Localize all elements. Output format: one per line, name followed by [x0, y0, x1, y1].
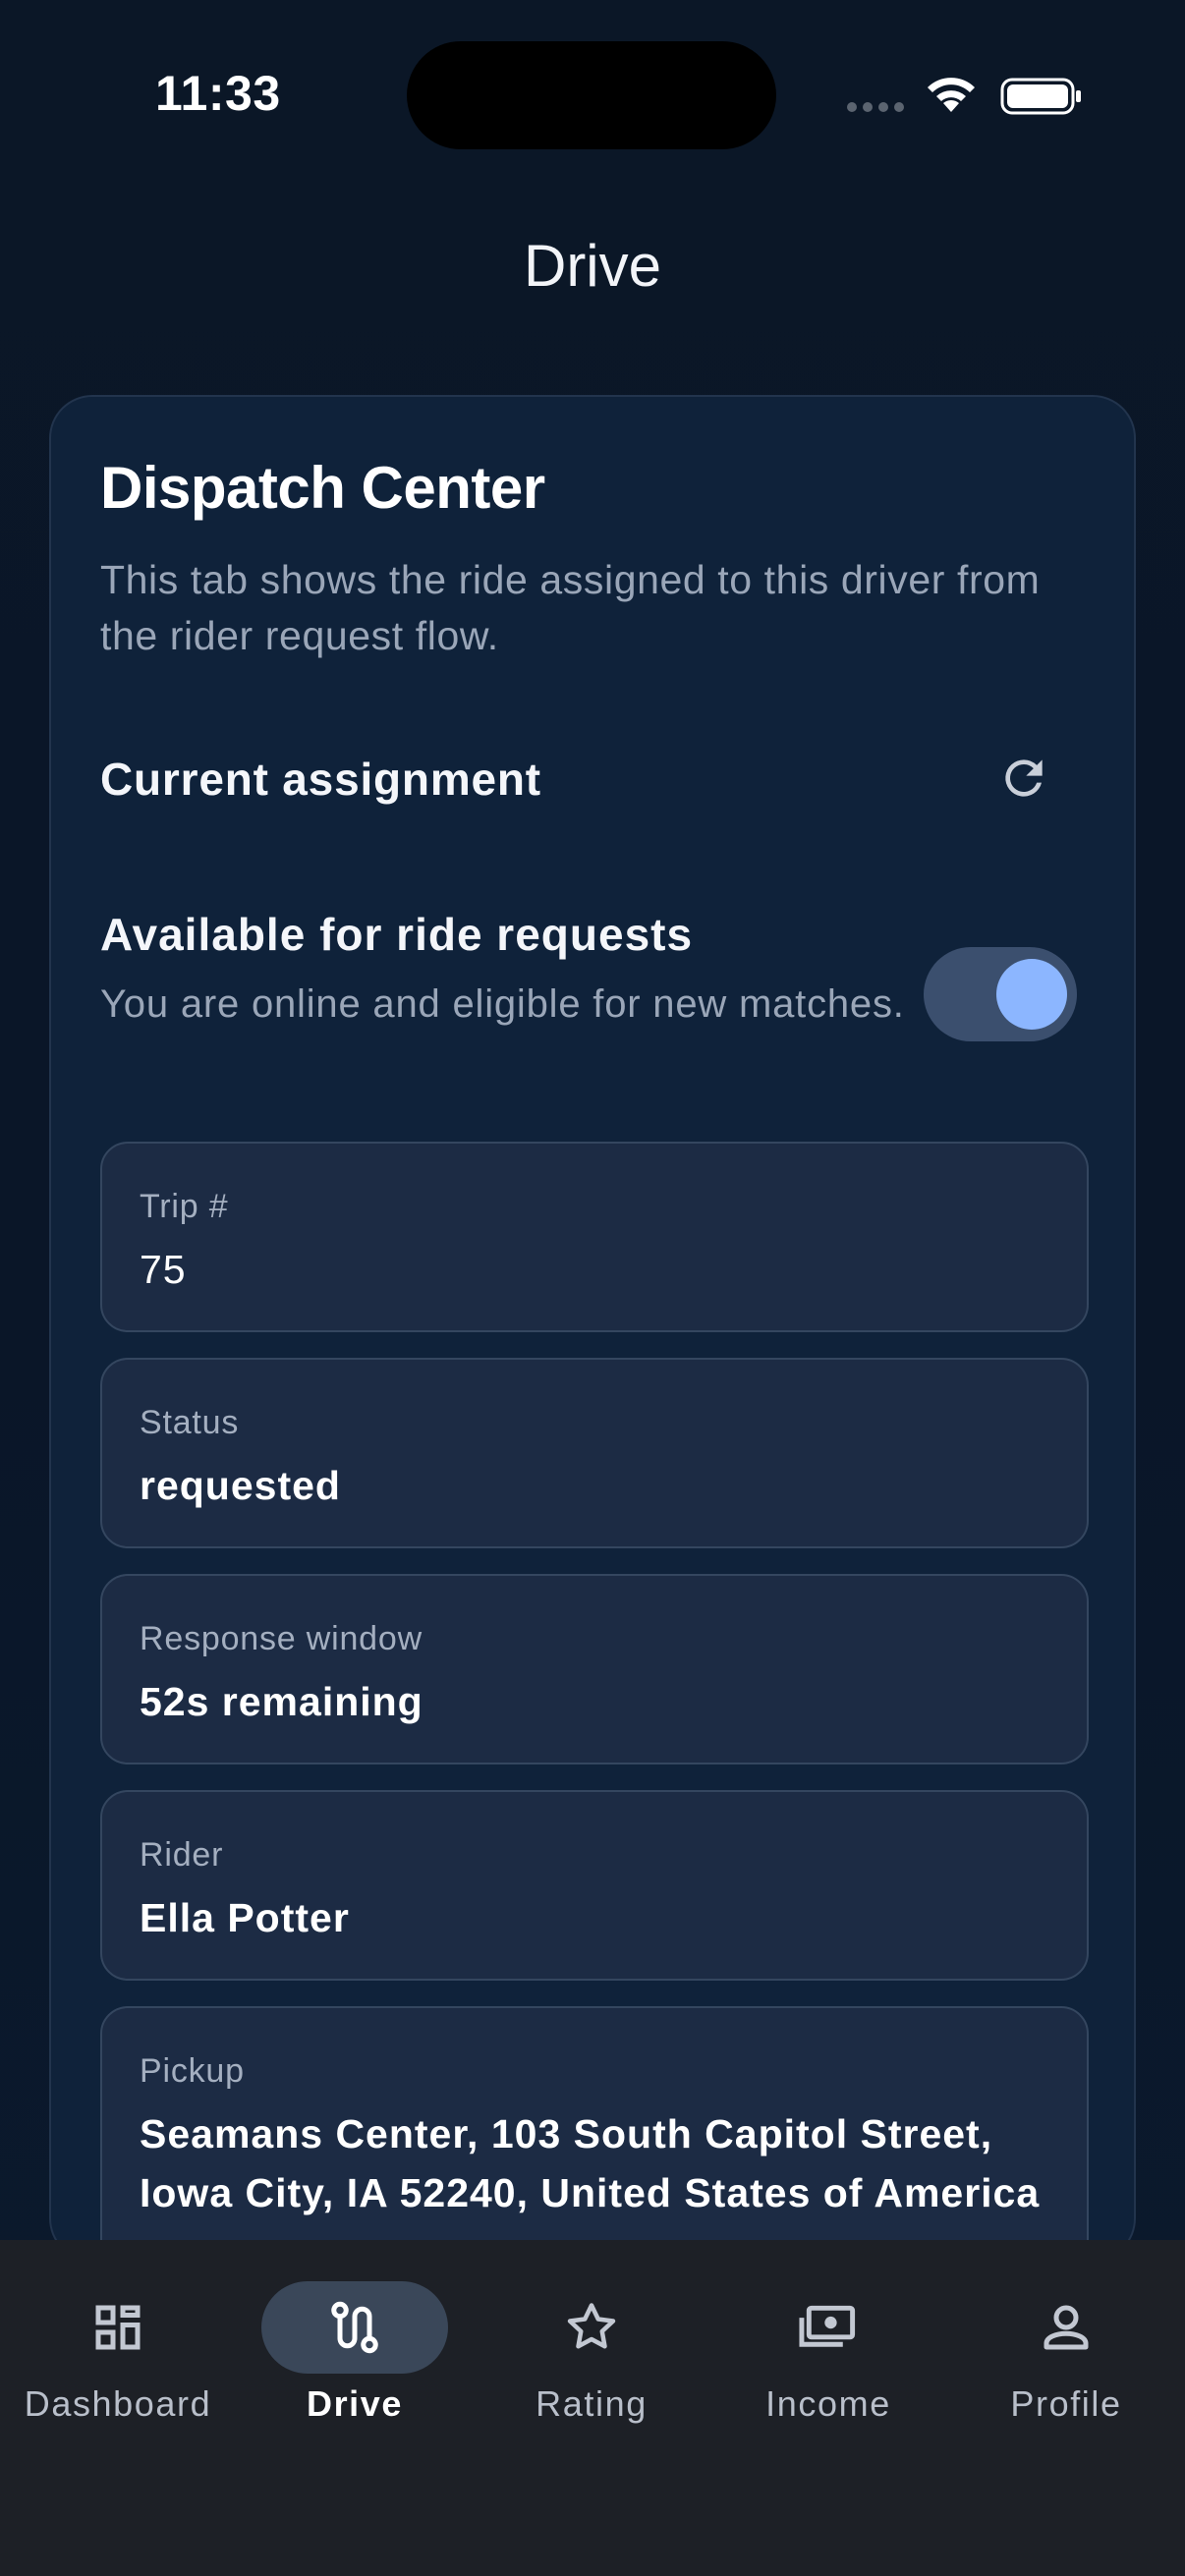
nav-label: Income — [765, 2383, 891, 2424]
field-label: Trip # — [140, 1188, 229, 1225]
nav-item-drive[interactable]: Drive — [237, 2240, 473, 2456]
payments-icon — [799, 2305, 856, 2347]
nav-icon-container — [498, 2281, 685, 2374]
dashboard-icon — [95, 2305, 141, 2350]
rider-field: Rider Ella Potter — [100, 1790, 1089, 1981]
field-label: Status — [140, 1404, 240, 1441]
dispatch-title: Dispatch Center — [100, 455, 545, 521]
page-title: Drive — [523, 233, 661, 299]
status-time: 11:33 — [155, 66, 281, 121]
trip-number-field: Trip # 75 — [100, 1142, 1089, 1332]
nav-icon-container — [735, 2281, 922, 2374]
toggle-knob — [996, 959, 1067, 1030]
wifi-icon — [928, 78, 975, 112]
field-value: 52s remaining — [140, 1679, 423, 1724]
field-value: 75 — [140, 1247, 187, 1292]
nav-icon-container — [261, 2281, 448, 2374]
nav-label: Rating — [536, 2383, 648, 2424]
nav-item-rating[interactable]: Rating — [474, 2240, 709, 2456]
assignment-fields: Trip # 75 Status requested Response wind… — [100, 1142, 1089, 2366]
cellular-signal-icon — [847, 102, 904, 112]
nav-item-income[interactable]: Income — [710, 2240, 946, 2456]
bottom-navigation: Dashboard Drive Rating Income Profile — [0, 2240, 1185, 2576]
response-window-field: Response window 52s remaining — [100, 1574, 1089, 1764]
nav-icon-container — [973, 2281, 1159, 2374]
current-assignment-label: Current assignment — [100, 754, 541, 805]
availability-description: You are online and eligible for new matc… — [100, 982, 905, 1026]
nav-icon-container — [25, 2281, 211, 2374]
nav-label: Drive — [306, 2383, 404, 2424]
field-label: Pickup — [140, 2052, 245, 2090]
route-icon — [331, 2301, 378, 2354]
field-label: Rider — [140, 1836, 224, 1874]
nav-item-dashboard[interactable]: Dashboard — [0, 2240, 236, 2456]
availability-toggle[interactable] — [924, 947, 1077, 1041]
field-value: Ella Potter — [140, 1895, 350, 1940]
dispatch-card: Dispatch Center This tab shows the ride … — [49, 395, 1136, 2340]
field-value: Seamans Center, 103 South Capitol Street… — [140, 2111, 1041, 2215]
person-icon — [1044, 2305, 1089, 2350]
nav-label: Profile — [1010, 2383, 1122, 2424]
field-label: Response window — [140, 1620, 423, 1657]
refresh-icon — [1005, 759, 1043, 797]
refresh-button[interactable] — [981, 735, 1067, 821]
status-field: Status requested — [100, 1358, 1089, 1548]
battery-icon — [1000, 78, 1081, 115]
availability-label: Available for ride requests — [100, 909, 694, 960]
dynamic-island — [407, 41, 776, 149]
star-icon — [567, 2303, 616, 2349]
screen: 11:33 Drive Dispatch Center This tab sho… — [0, 0, 1185, 2576]
nav-item-profile[interactable]: Profile — [948, 2240, 1184, 2456]
dispatch-description: This tab shows the ride assigned to this… — [100, 557, 1041, 658]
nav-label: Dashboard — [24, 2383, 212, 2424]
field-value: requested — [140, 1463, 341, 1508]
